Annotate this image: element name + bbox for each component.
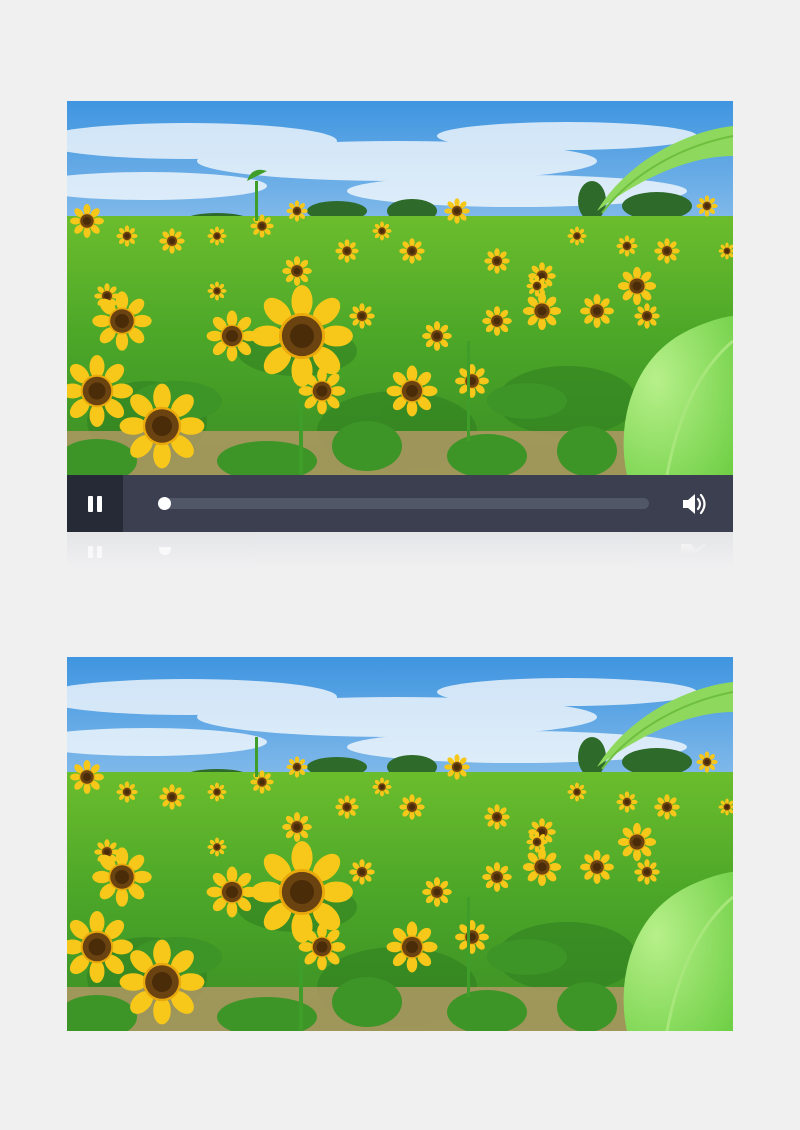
seek-handle[interactable] (158, 497, 171, 510)
volume-icon (683, 493, 706, 515)
sunflower-field-image (67, 101, 733, 475)
sunflower-field-image (67, 657, 733, 1031)
volume-button[interactable] (679, 489, 709, 519)
seek-bar[interactable] (158, 497, 649, 510)
pause-button[interactable] (67, 475, 123, 532)
video-preview-frame[interactable] (67, 657, 733, 1031)
video-frame[interactable] (67, 101, 733, 475)
pause-icon (88, 496, 93, 512)
video-player[interactable] (67, 101, 733, 568)
player-reflection (67, 532, 733, 568)
reflection-pause-bar (97, 546, 102, 558)
reflection-pause-bar (88, 546, 93, 558)
reflection-seek-handle (159, 547, 171, 555)
reflection-volume-icon (681, 544, 705, 554)
player-controls (67, 475, 733, 532)
pause-icon-bar (97, 496, 102, 512)
